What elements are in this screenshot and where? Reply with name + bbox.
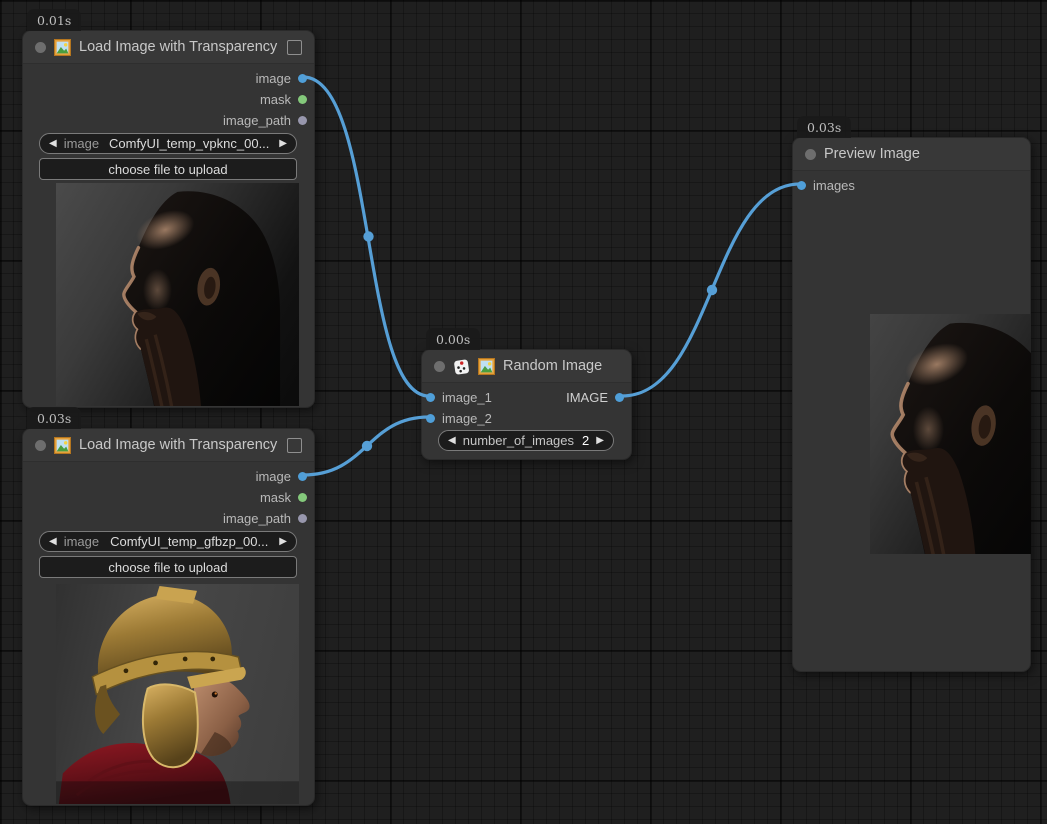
widget-decrement-arrow[interactable]: ◀ [448, 436, 456, 446]
output-label-mask: mask [260, 490, 291, 505]
combo-prev-arrow[interactable]: ◀ [49, 139, 57, 149]
image-preview-bearded-man [56, 183, 299, 406]
node-header[interactable]: Random Image [422, 350, 631, 383]
node-status-dot [434, 361, 445, 372]
output-slot-mask[interactable] [298, 95, 307, 104]
input-label-image-2: image_2 [442, 411, 492, 426]
output-label-mask: mask [260, 92, 291, 107]
node-status-dot [805, 149, 816, 160]
node-load-image-2[interactable]: 0.03s Load Image with Transparency image… [22, 428, 315, 806]
image-combo-widget[interactable]: ◀ image ComfyUI_temp_vpknc_00... ▶ [39, 133, 297, 154]
node-title: Load Image with Transparency [79, 437, 277, 453]
output-label-IMAGE: IMAGE [566, 390, 608, 405]
combo-prev-arrow[interactable]: ◀ [49, 537, 57, 547]
wire-load2-image-to-random-image2 [303, 417, 429, 475]
combo-label: image [64, 136, 99, 151]
output-label-image-path: image_path [223, 511, 291, 526]
framed-picture-icon [54, 39, 71, 56]
node-title: Preview Image [824, 146, 920, 162]
link-midpoint-dot[interactable] [363, 231, 373, 241]
node-status-dot [35, 440, 46, 451]
output-slot-image[interactable] [298, 74, 307, 83]
combo-next-arrow[interactable]: ▶ [279, 537, 287, 547]
wire-load1-image-to-random-image1 [303, 77, 429, 396]
output-slot-image[interactable] [298, 472, 307, 481]
node-title: Load Image with Transparency [79, 39, 277, 55]
output-slot-IMAGE[interactable] [615, 393, 624, 402]
node-title: Random Image [503, 358, 602, 374]
framed-picture-icon [54, 437, 71, 454]
node-status-dot [35, 42, 46, 53]
node-header[interactable]: Load Image with Transparency [23, 31, 314, 64]
output-label-image: image [256, 469, 291, 484]
input-slot-image-2[interactable] [426, 414, 435, 423]
combo-value: ComfyUI_temp_gfbzp_00... [99, 534, 279, 549]
node-toggle-checkbox[interactable] [287, 438, 302, 453]
input-label-images: images [813, 178, 855, 193]
execution-time-badge: 0.03s [797, 116, 851, 138]
node-load-image-1[interactable]: 0.01s Load Image with Transparency image… [22, 30, 315, 408]
widget-value: 2 [582, 433, 589, 448]
node-graph-canvas[interactable]: 0.01s Load Image with Transparency image… [0, 0, 1047, 824]
output-label-image: image [256, 71, 291, 86]
node-toggle-checkbox[interactable] [287, 40, 302, 55]
execution-time-badge: 0.03s [27, 407, 81, 429]
output-slot-mask[interactable] [298, 493, 307, 502]
dice-icon [453, 358, 470, 375]
image-combo-widget[interactable]: ◀ image ComfyUI_temp_gfbzp_00... ▶ [39, 531, 297, 552]
number-of-images-widget[interactable]: ◀ number_of_images 2 ▶ [438, 430, 614, 451]
choose-file-button[interactable]: choose file to upload [39, 556, 297, 578]
node-random-image[interactable]: 0.00s Random Image image_1 image_2 IMAGE… [421, 349, 632, 460]
node-preview-image[interactable]: 0.03s Preview Image images [792, 137, 1031, 672]
node-header[interactable]: Preview Image [793, 138, 1030, 171]
output-slot-image-path[interactable] [298, 116, 307, 125]
execution-time-badge: 0.01s [27, 9, 81, 31]
combo-next-arrow[interactable]: ▶ [279, 139, 287, 149]
output-slot-image-path[interactable] [298, 514, 307, 523]
image-preview-roman-soldier [56, 584, 299, 804]
node-header[interactable]: Load Image with Transparency [23, 429, 314, 462]
execution-time-badge: 0.00s [426, 328, 480, 350]
output-label-image-path: image_path [223, 113, 291, 128]
widget-label: number_of_images [463, 433, 574, 448]
combo-value: ComfyUI_temp_vpknc_00... [99, 136, 279, 151]
image-preview-bearded-man [870, 314, 1031, 554]
combo-label: image [64, 534, 99, 549]
choose-file-button[interactable]: choose file to upload [39, 158, 297, 180]
link-midpoint-dot[interactable] [362, 441, 372, 451]
framed-picture-icon [478, 358, 495, 375]
widget-increment-arrow[interactable]: ▶ [596, 436, 604, 446]
wire-random-IMAGE-to-preview-images [622, 184, 800, 396]
link-midpoint-dot[interactable] [707, 285, 717, 295]
input-slot-images[interactable] [797, 181, 806, 190]
